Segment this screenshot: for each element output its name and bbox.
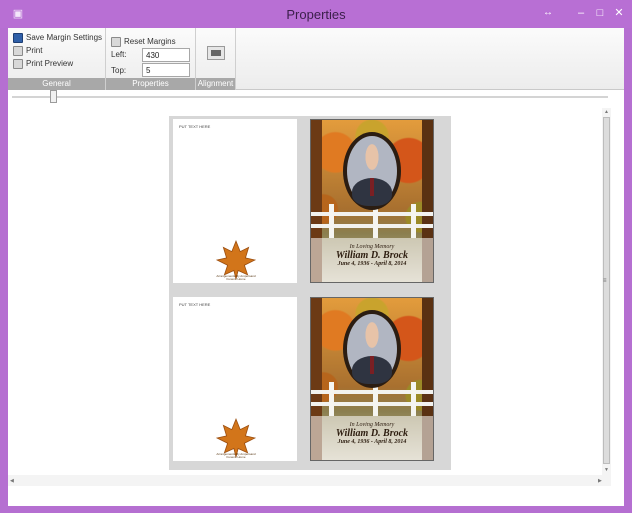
print-preview-area: PUT TEXT HERE Arrangements By Ampersand … (169, 116, 451, 470)
scroll-grip-icon: ≡ (603, 278, 607, 284)
alignment-icon (211, 50, 221, 56)
scroll-down-icon[interactable]: ▼ (604, 467, 609, 473)
ribbon-group-alignment: Alignment (196, 28, 236, 90)
vertical-scroll-thumb[interactable] (603, 117, 610, 464)
leaf-caption: Arrangements By Ampersand Funeral Home (216, 452, 256, 459)
fence-post (411, 382, 416, 416)
scroll-up-icon[interactable]: ▲ (604, 109, 609, 115)
memorial-text-panel: In Loving Memory William D. Brock June 4… (311, 416, 433, 460)
top-label: Top: (111, 66, 127, 75)
fence-post (329, 204, 334, 238)
save-margin-settings-button[interactable]: Save Margin Settings (13, 31, 102, 44)
horizontal-scrollbar[interactable]: ◀ ▶ (8, 475, 611, 486)
ribbon: Save Margin Settings Print Print Preview… (8, 28, 624, 90)
reset-margins-label: Reset Margins (124, 37, 176, 46)
inside-page-2: PUT TEXT HERE Arrangements By Ampersand … (173, 297, 297, 461)
memorial-name: William D. Brock (335, 250, 409, 261)
group-label-alignment: Alignment (196, 78, 235, 90)
leaf-caption: Arrangements By Ampersand Funeral Home (216, 274, 256, 281)
portrait-tie (370, 178, 374, 196)
minimize-button[interactable]: – (572, 5, 590, 21)
group-label-properties: Properties (106, 78, 195, 90)
top-margin-input[interactable] (142, 63, 190, 77)
memorial-dates: June 4, 1936 - April 8, 2014 (337, 261, 407, 267)
put-text-placeholder: PUT TEXT HERE (179, 124, 211, 129)
print-preview-label: Print Preview (26, 59, 74, 68)
reset-margins-button[interactable]: Reset Margins (111, 35, 176, 48)
cover-page-1: In Loving Memory William D. Brock June 4… (310, 119, 434, 283)
alignment-button[interactable] (207, 46, 225, 60)
memorial-dates: June 4, 1936 - April 8, 2014 (337, 439, 407, 445)
memorial-name: William D. Brock (335, 428, 409, 439)
properties-window: ▣ Properties ↔ – □ ✕ Save Margin Setting… (0, 0, 632, 513)
zoom-slider-thumb[interactable] (50, 90, 57, 103)
fence-post (329, 382, 334, 416)
scroll-left-icon[interactable]: ◀ (10, 478, 14, 484)
maximize-button[interactable]: □ (591, 5, 609, 21)
client-area: Save Margin Settings Print Print Preview… (8, 28, 624, 506)
print-label: Print (26, 46, 43, 55)
memorial-text-panel: In Loving Memory William D. Brock June 4… (311, 238, 433, 282)
close-button[interactable]: ✕ (610, 5, 628, 21)
print-preview-icon (13, 58, 23, 69)
ribbon-group-general: Save Margin Settings Print Print Preview… (8, 28, 106, 90)
left-margin-input[interactable] (142, 48, 190, 62)
resize-icon[interactable]: ↔ (538, 5, 558, 21)
fence-post (411, 204, 416, 238)
reset-icon (111, 36, 121, 47)
save-icon (13, 32, 23, 43)
put-text-placeholder: PUT TEXT HERE (179, 302, 211, 307)
cover-page-2: In Loving Memory William D. Brock June 4… (310, 297, 434, 461)
print-preview-button[interactable]: Print Preview (13, 57, 73, 70)
scroll-right-icon[interactable]: ▶ (598, 478, 602, 484)
print-button[interactable]: Print (13, 44, 42, 57)
vertical-scrollbar[interactable]: ▲ ≡ ▼ (602, 108, 611, 475)
left-label: Left: (111, 50, 127, 59)
save-margin-label: Save Margin Settings (26, 33, 103, 42)
printer-icon (13, 45, 23, 56)
group-label-general: General (8, 78, 105, 90)
ribbon-group-properties: Reset Margins Left: Top: Properties (106, 28, 196, 90)
title-bar[interactable]: ▣ Properties ↔ – □ ✕ (0, 0, 632, 28)
zoom-slider-track[interactable] (12, 96, 608, 98)
portrait-tie (370, 356, 374, 374)
inside-page-1: PUT TEXT HERE Arrangements By Ampersand … (173, 119, 297, 283)
